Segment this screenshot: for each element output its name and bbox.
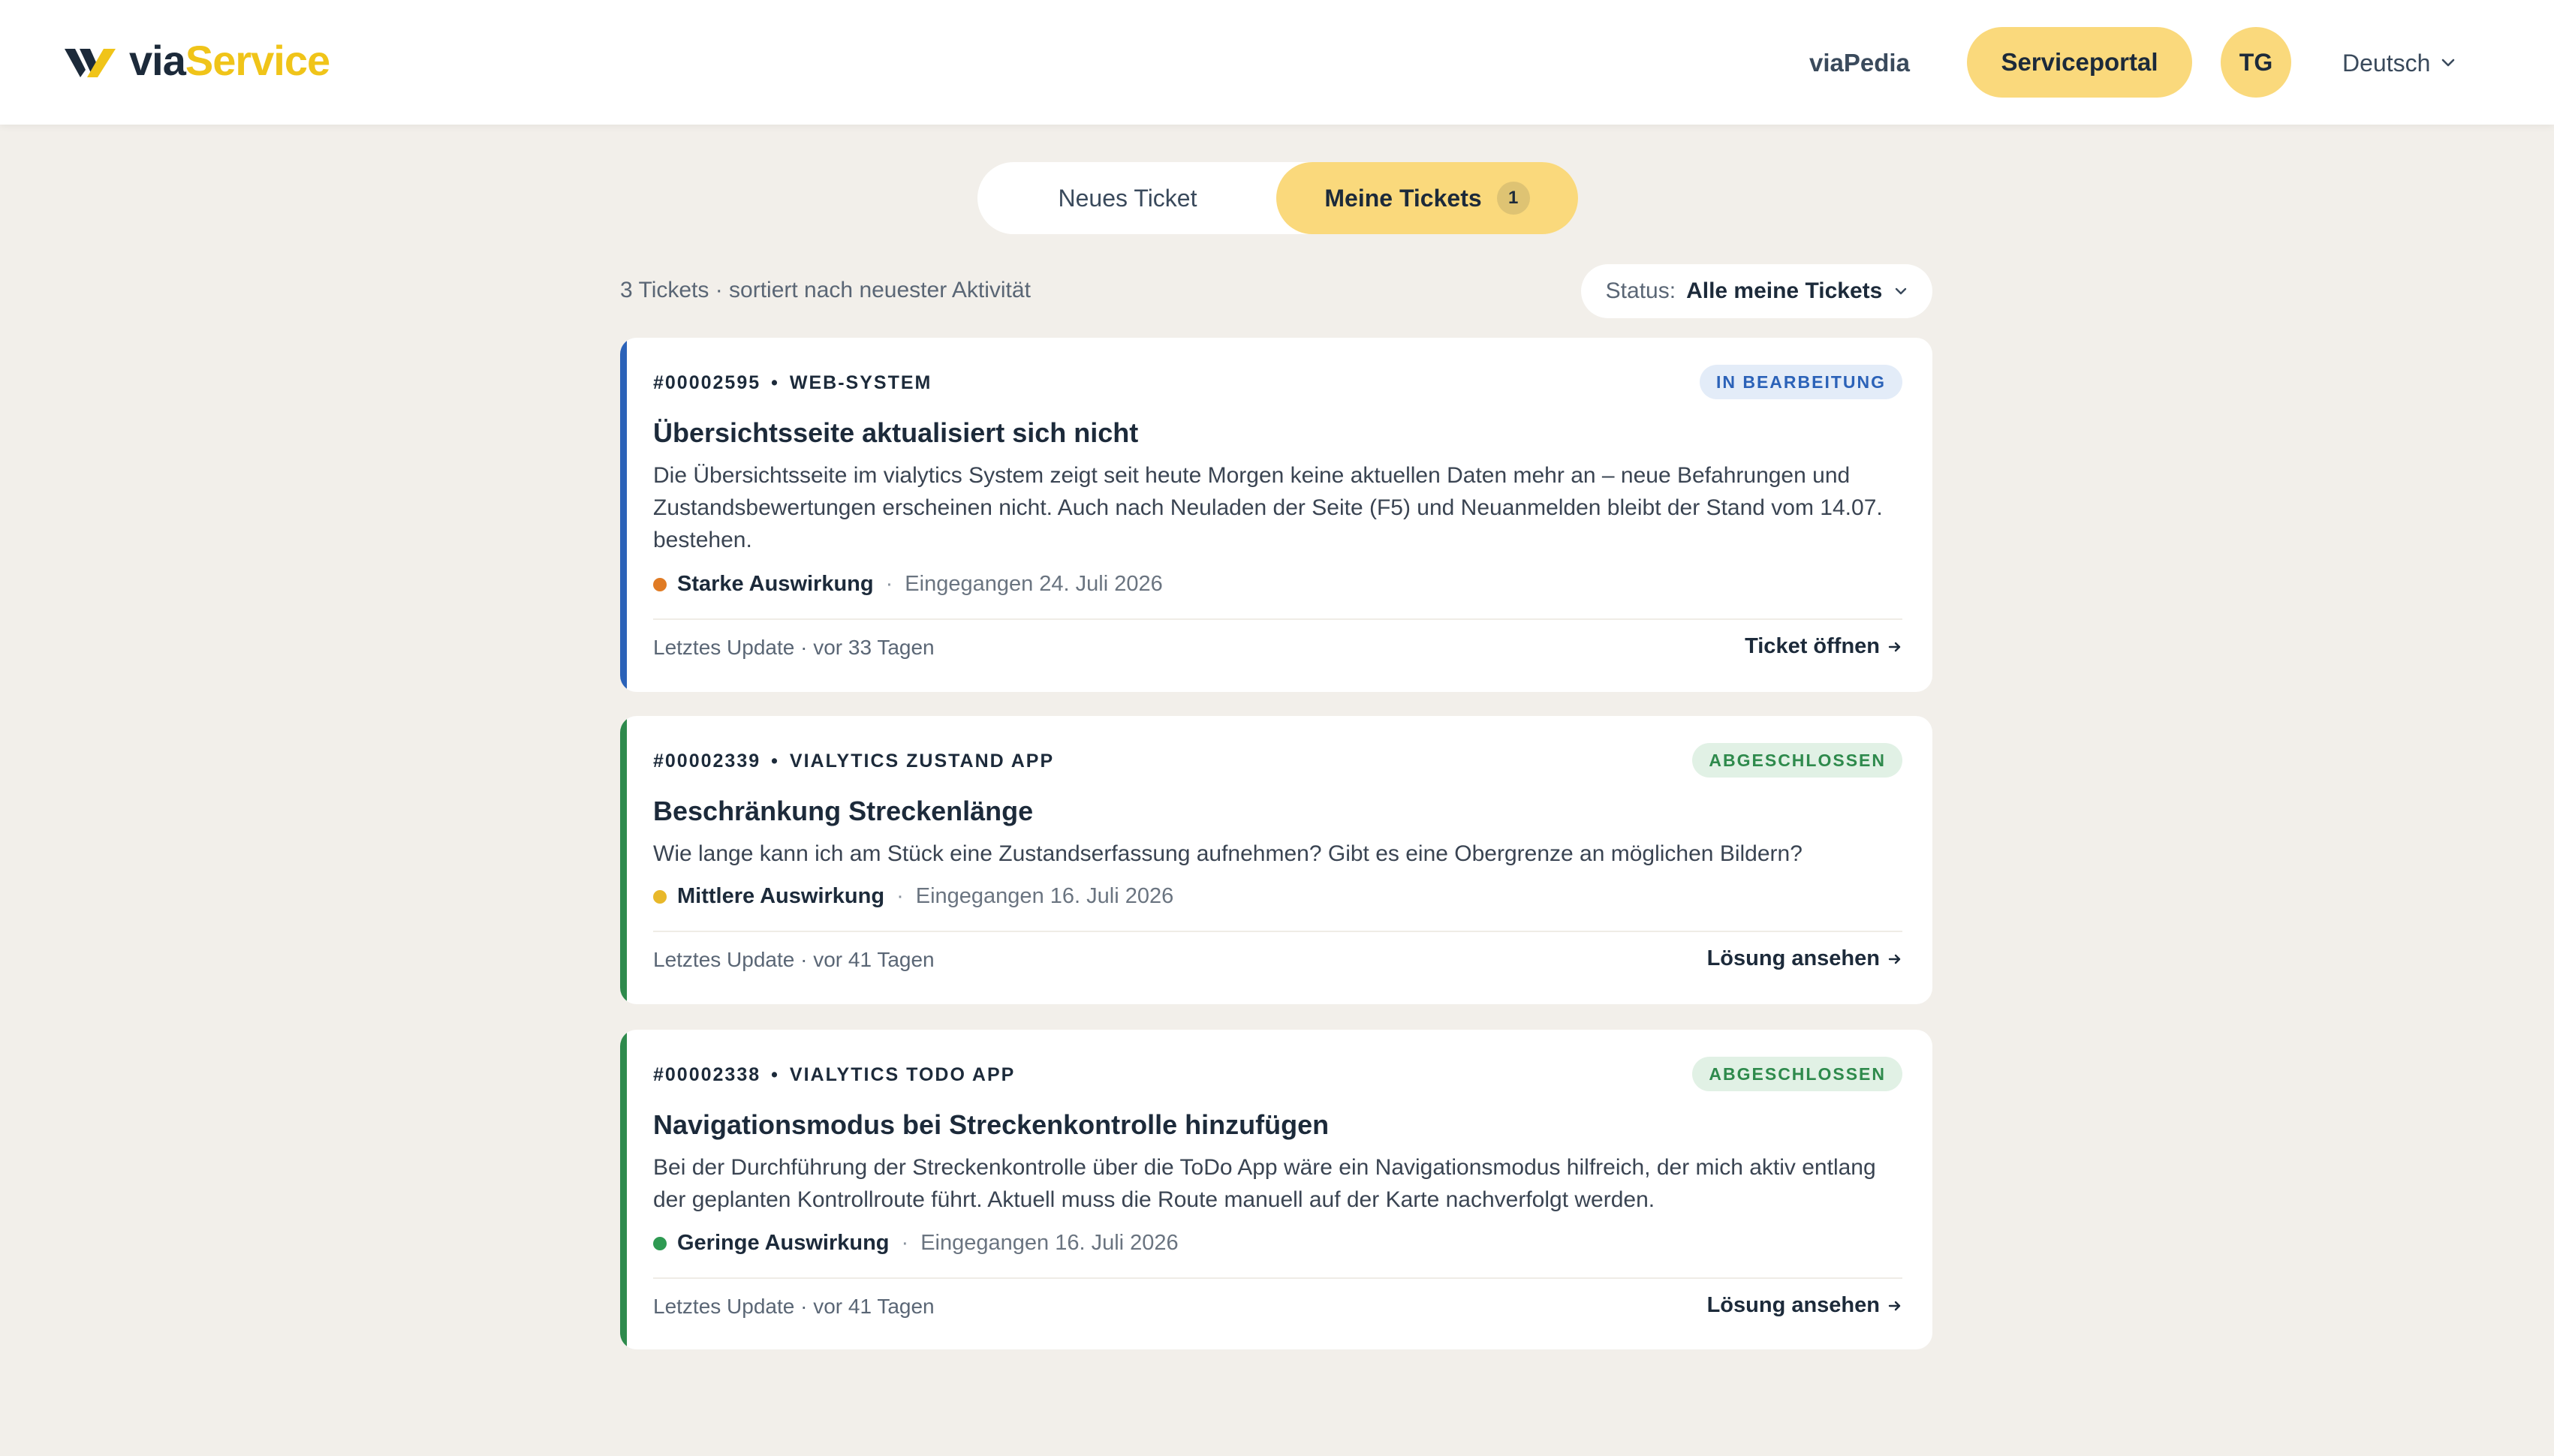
language-label: Deutsch [2342,50,2431,77]
status-stripe [620,1030,627,1349]
last-update: Letztes Update · vor 41 Tagen [653,1295,935,1318]
ticket-description: Bei der Durchführung der Streckenkontrol… [653,1155,1876,1212]
impact-dot-icon [653,577,667,591]
status-stripe [620,716,627,1004]
separator: · [896,884,904,908]
ticket-meta: #00002595 • WEB-SYSTEM [653,372,932,393]
status-stripe [620,338,627,692]
ticket-card[interactable]: #00002595 • WEB-SYSTEM IN BEARBEITUNG Über… [620,338,1932,692]
ticket-impact: Starke Auswirkung · Eingegangen 24. Juli… [653,572,1163,597]
ticket-card[interactable]: #00002339 • VIALYTICS ZUSTAND APP ABGESCHL… [620,716,1932,1004]
open-ticket-link[interactable]: Ticket öffnen [1745,634,1902,659]
last-update: Letztes Update · vor 33 Tagen [653,636,935,659]
user-avatar[interactable]: TG [2221,27,2291,98]
ticket-description: Die Übersichtsseite im vialytics System … [653,463,1883,552]
tab-my-tickets-label: Meine Tickets [1324,184,1482,212]
ticket-category: VIALYTICS TODO APP [789,1064,1016,1085]
separator: · [885,572,893,596]
impact-label: Geringe Auswirkung [677,1231,890,1255]
logo-text-service: Service [185,37,330,84]
arrow-right-icon [1888,1301,1901,1310]
nav-link-serviceportal[interactable]: Serviceportal [1967,27,2192,98]
impact-label: Starke Auswirkung [677,572,874,596]
viaservice-logo[interactable]: viaService [65,36,330,85]
last-update: Letztes Update · vor 41 Tagen [653,948,935,971]
status-filter-label: Status: [1605,278,1676,303]
ticket-category: VIALYTICS ZUSTAND APP [789,751,1055,772]
language-selector[interactable]: Deutsch [2342,41,2456,86]
action-label: Ticket öffnen [1745,634,1880,658]
arrow-right-icon [1888,642,1901,651]
ticket-id: #00002339 [653,751,761,772]
received-date: Eingegangen 16. Juli 2026 [920,1231,1179,1255]
ticket-title: Übersichtsseite aktualisiert sich nicht [653,417,1139,448]
ticket-impact: Mittlere Auswirkung · Eingegangen 16. Ju… [653,884,1173,909]
action-label: Lösung ansehen [1706,946,1880,970]
top-header: viaService viaPedia Serviceportal TG Deu… [0,0,2554,125]
tab-my-tickets[interactable]: Meine Tickets 1 [1276,162,1578,234]
tab-count-badge: 1 [1496,182,1530,215]
ticket-meta: #00002339 • VIALYTICS ZUSTAND APP [653,751,1055,772]
status-badge: ABGESCHLOSSEN [1692,743,1902,778]
view-solution-link[interactable]: Lösung ansehen [1707,946,1902,971]
action-label: Lösung ansehen [1706,1293,1880,1317]
chevron-down-icon [1896,287,1907,295]
ticket-meta: #00002338 • VIALYTICS TODO APP [653,1064,1016,1085]
received-date: Eingegangen 16. Juli 2026 [915,884,1174,908]
card-divider [653,618,1902,620]
card-divider [653,931,1902,932]
logo-text-via: via [129,37,186,84]
ticket-impact: Geringe Auswirkung · Eingegangen 16. Jul… [653,1231,1179,1256]
ticket-summary: 3 Tickets · sortiert nach neuester Aktiv… [620,278,1031,302]
ticket-id: #00002595 [653,372,761,393]
status-badge: IN BEARBEITUNG [1699,365,1902,399]
separator: · [901,1231,909,1255]
impact-label: Mittlere Auswirkung [677,884,885,908]
ticket-title: Navigationsmodus bei Streckenkontrolle h… [653,1109,1330,1140]
ticket-id: #00002338 [653,1064,761,1085]
card-divider [653,1277,1902,1279]
status-badge: ABGESCHLOSSEN [1692,1057,1902,1091]
chevron-down-icon [2442,59,2455,67]
impact-dot-icon [653,1236,667,1250]
arrow-right-icon [1888,954,1901,964]
tab-new-ticket[interactable]: Neues Ticket [977,162,1278,234]
received-date: Eingegangen 24. Juli 2026 [905,572,1163,596]
impact-dot-icon [653,889,667,904]
ticket-card[interactable]: #00002338 • VIALYTICS TODO APP ABGESCHLOSS… [620,1030,1932,1349]
ticket-category: WEB-SYSTEM [789,372,932,393]
status-filter-value: Alle meine Tickets [1686,278,1883,303]
view-solution-link[interactable]: Lösung ansehen [1707,1293,1902,1318]
ticket-tabs: Neues Ticket Meine Tickets 1 [977,162,1578,234]
ticket-title: Beschränkung Streckenlänge [653,796,1034,826]
status-filter-dropdown[interactable]: Status: Alle meine Tickets [1581,264,1932,318]
logo-mark-icon [65,48,116,77]
ticket-description: Wie lange kann ich am Stück eine Zustand… [653,841,1803,866]
nav-link-viapedia[interactable]: viaPedia [1809,41,1910,86]
